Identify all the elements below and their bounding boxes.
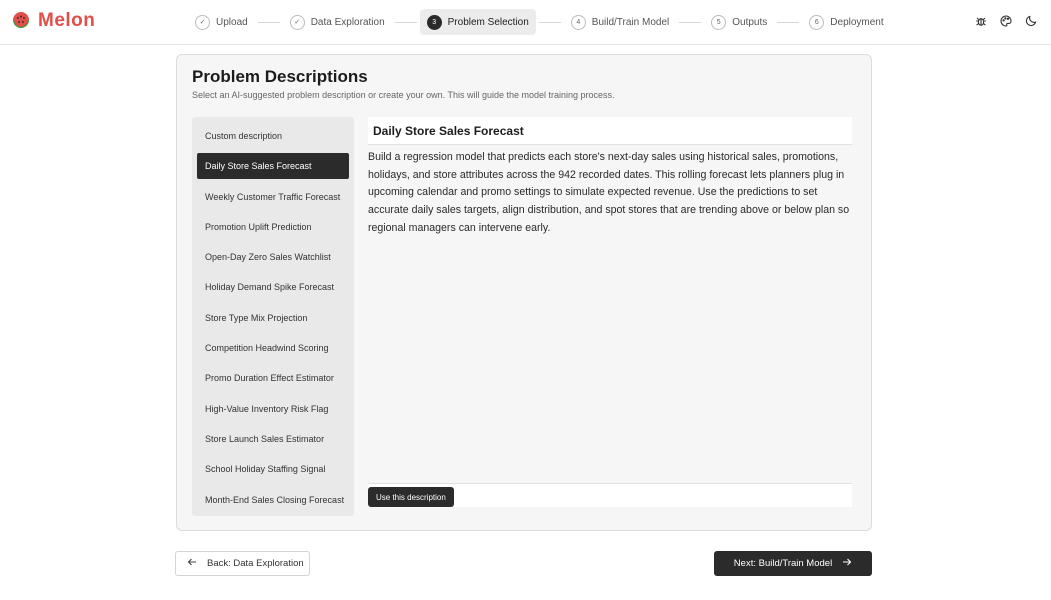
header-actions bbox=[974, 14, 1037, 27]
step-label: Problem Selection bbox=[447, 16, 529, 28]
progress-stepper: ✓ Upload ✓ Data Exploration 3 Problem Se… bbox=[188, 9, 891, 35]
step-outputs[interactable]: 5 Outputs bbox=[704, 9, 774, 35]
step-number: 3 bbox=[426, 14, 442, 30]
detail-description[interactable]: Build a regression model that predicts e… bbox=[368, 149, 852, 238]
step-connector bbox=[777, 21, 800, 23]
page-subtitle: Select an AI-suggested problem descripti… bbox=[192, 90, 615, 100]
list-item-inventory-risk[interactable]: High-Value Inventory Risk Flag bbox=[197, 396, 349, 422]
list-item-custom-description[interactable]: Custom description bbox=[197, 123, 349, 149]
step-number: 5 bbox=[711, 14, 727, 30]
step-label: Build/Train Model bbox=[591, 16, 670, 28]
problem-descriptions-card: Problem Descriptions Select an AI-sugges… bbox=[176, 54, 872, 531]
list-item-holiday-demand[interactable]: Holiday Demand Spike Forecast bbox=[197, 274, 349, 300]
problem-detail-panel: Daily Store Sales Forecast Build a regre… bbox=[368, 117, 852, 507]
step-connector bbox=[538, 21, 561, 23]
bug-icon[interactable] bbox=[974, 14, 987, 27]
top-bar: Melon ✓ Upload ✓ Data Exploration 3 Prob… bbox=[0, 0, 1051, 45]
app-name: Melon bbox=[38, 10, 96, 31]
next-button-label: Next: Build/Train Model bbox=[733, 558, 833, 569]
check-icon: ✓ bbox=[195, 14, 210, 30]
step-label: Upload bbox=[216, 16, 248, 28]
watermelon-icon bbox=[12, 12, 30, 30]
step-label: Outputs bbox=[732, 16, 768, 28]
use-description-button[interactable]: Use this description bbox=[368, 487, 454, 507]
step-label: Deployment bbox=[830, 16, 884, 28]
list-item-school-holiday[interactable]: School Holiday Staffing Signal bbox=[197, 456, 349, 482]
arrow-left-icon bbox=[187, 557, 197, 570]
list-item-store-type-mix[interactable]: Store Type Mix Projection bbox=[197, 305, 349, 331]
list-item-zero-sales-watchlist[interactable]: Open-Day Zero Sales Watchlist bbox=[197, 244, 349, 270]
step-connector bbox=[257, 21, 280, 23]
back-button[interactable]: Back: Data Exploration bbox=[175, 551, 310, 576]
list-item-store-launch[interactable]: Store Launch Sales Estimator bbox=[197, 426, 349, 452]
moon-icon[interactable] bbox=[1024, 14, 1037, 27]
next-button[interactable]: Next: Build/Train Model bbox=[714, 551, 872, 576]
list-item-promotion-uplift[interactable]: Promotion Uplift Prediction bbox=[197, 214, 349, 240]
check-icon: ✓ bbox=[289, 14, 305, 30]
step-number: 4 bbox=[570, 14, 586, 30]
list-item-weekly-customer-traffic[interactable]: Weekly Customer Traffic Forecast bbox=[197, 184, 349, 210]
palette-icon[interactable] bbox=[999, 14, 1012, 27]
step-connector bbox=[679, 21, 702, 23]
step-upload[interactable]: ✓ Upload bbox=[188, 9, 255, 35]
list-item-promo-duration[interactable]: Promo Duration Effect Estimator bbox=[197, 365, 349, 391]
step-label: Data Exploration bbox=[310, 16, 385, 28]
list-item-daily-store-sales-forecast[interactable]: Daily Store Sales Forecast bbox=[197, 153, 349, 180]
step-build-train-model[interactable]: 4 Build/Train Model bbox=[564, 9, 676, 35]
step-connector bbox=[394, 21, 417, 23]
step-deployment[interactable]: 6 Deployment bbox=[802, 9, 890, 35]
arrow-right-icon bbox=[842, 557, 852, 570]
back-button-label: Back: Data Exploration bbox=[207, 558, 304, 569]
list-item-competition-headwind[interactable]: Competition Headwind Scoring bbox=[197, 335, 349, 361]
list-item-month-end[interactable]: Month-End Sales Closing Forecast bbox=[197, 487, 349, 513]
step-number: 6 bbox=[809, 14, 825, 30]
detail-title: Daily Store Sales Forecast bbox=[368, 117, 852, 145]
logo[interactable]: Melon bbox=[12, 10, 95, 32]
detail-footer: Use this description bbox=[368, 483, 852, 507]
problem-list: Custom description Daily Store Sales For… bbox=[192, 117, 354, 516]
page-title: Problem Descriptions bbox=[192, 67, 368, 86]
step-problem-selection[interactable]: 3 Problem Selection bbox=[419, 9, 536, 35]
step-data-exploration[interactable]: ✓ Data Exploration bbox=[283, 9, 392, 35]
